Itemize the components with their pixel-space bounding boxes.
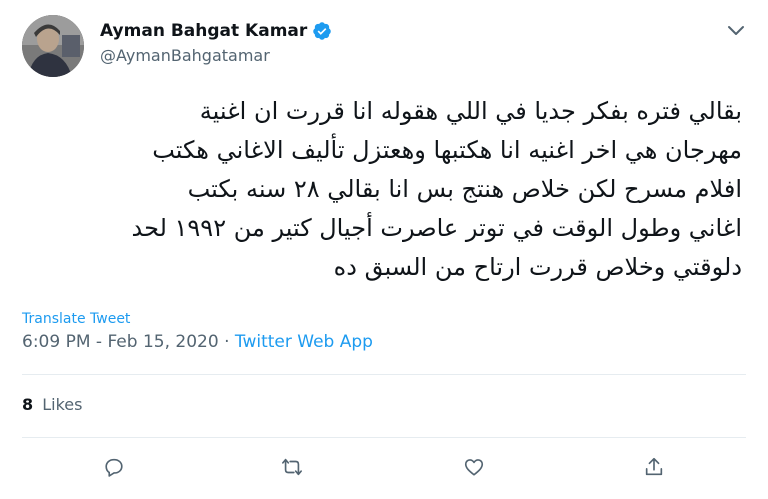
tweet-text: بقالي فتره بفكر جديا في اللي هقوله انا ق… bbox=[20, 92, 742, 287]
translate-tweet-link[interactable]: Translate Tweet bbox=[22, 311, 130, 327]
tweet-card: Ayman Bahgat Kamar @AymanBahgatamar بقال… bbox=[0, 0, 768, 499]
tweet-text-line: اغاني وطول الوقت في توتر عاصرت أجيال كتي… bbox=[131, 214, 742, 242]
tweet-source-link[interactable]: Twitter Web App bbox=[235, 332, 373, 352]
likes-count: 8 bbox=[22, 395, 34, 414]
tweet-metadata: 6:09 PM - Feb 15, 2020 · Twitter Web App bbox=[22, 332, 373, 352]
likes-label: Likes bbox=[42, 395, 83, 414]
like-button[interactable] bbox=[463, 456, 485, 478]
tweet-date[interactable]: Feb 15, 2020 bbox=[107, 332, 218, 352]
speech-bubble-icon bbox=[105, 458, 123, 477]
meta-separator: · bbox=[224, 332, 230, 352]
author-block: Ayman Bahgat Kamar @AymanBahgatamar bbox=[100, 18, 332, 65]
more-options-chevron-down-icon[interactable] bbox=[726, 22, 746, 38]
heart-icon bbox=[464, 459, 484, 476]
retweet-icon bbox=[282, 458, 302, 476]
divider bbox=[22, 437, 746, 438]
tweet-text-line: بقالي فتره بفكر جديا في اللي هقوله انا ق… bbox=[199, 97, 742, 125]
author-name[interactable]: Ayman Bahgat Kamar bbox=[100, 21, 307, 41]
likes-stat[interactable]: 8 Likes bbox=[22, 395, 82, 414]
author-handle[interactable]: @AymanBahgatamar bbox=[100, 46, 332, 65]
avatar[interactable] bbox=[22, 15, 84, 77]
verified-badge-icon bbox=[312, 21, 332, 41]
tweet-text-line: دلوقتي وخلاص قررت ارتاح من السبق ده bbox=[333, 253, 742, 281]
share-button[interactable] bbox=[643, 456, 665, 478]
reply-button[interactable] bbox=[103, 456, 125, 478]
meta-separator: - bbox=[95, 332, 108, 352]
tweet-time[interactable]: 6:09 PM bbox=[22, 332, 91, 352]
tweet-text-line: مهرجان هي اخر اغنيه انا هكتبها وهعتزل تأ… bbox=[152, 136, 742, 164]
tweet-text-line: افلام مسرح لكن خلاص هنتج بس انا بقالي ٢٨… bbox=[187, 175, 742, 203]
retweet-button[interactable] bbox=[281, 456, 303, 478]
profile-photo-icon bbox=[22, 15, 84, 77]
share-icon bbox=[645, 457, 663, 476]
divider bbox=[22, 374, 746, 375]
